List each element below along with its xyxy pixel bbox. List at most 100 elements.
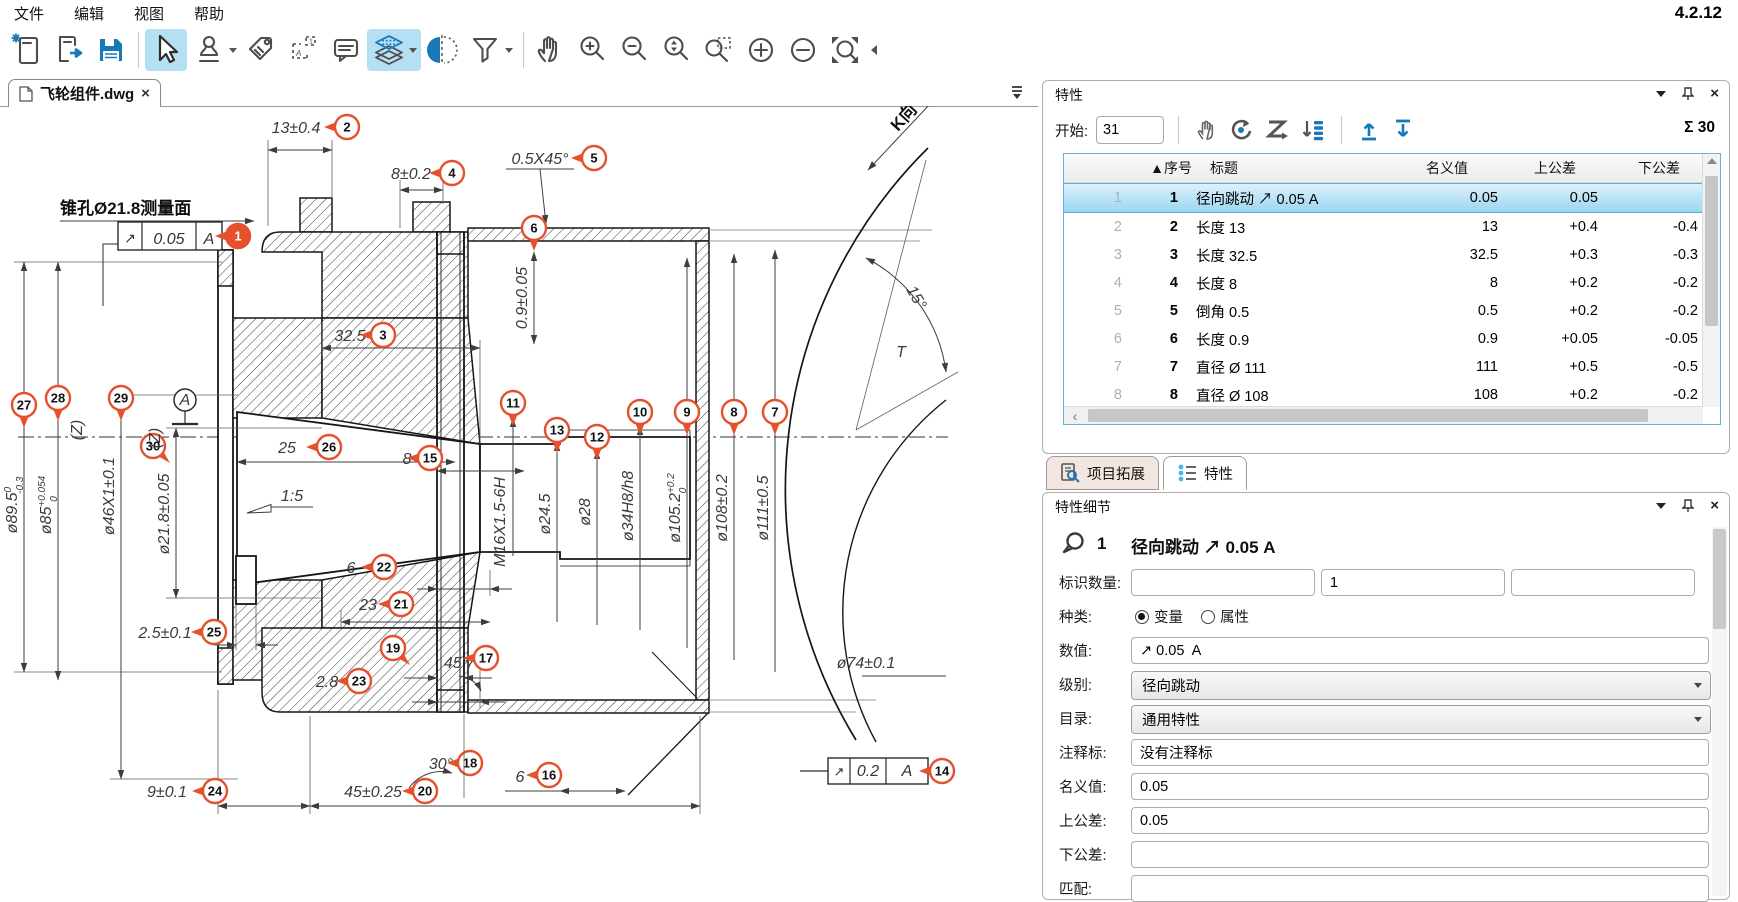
svg-text:4: 4	[448, 166, 456, 181]
toolbar-overflow-button[interactable]	[866, 29, 882, 71]
new-file-button[interactable]	[6, 29, 48, 71]
tab-project-label: 项目拓展	[1087, 463, 1145, 484]
scroll-up-icon[interactable]	[1707, 158, 1717, 164]
table-row[interactable]: 22长度 1313+0.4-0.4	[1064, 213, 1720, 241]
menu-edit[interactable]: 编辑	[74, 3, 104, 24]
pin-icon[interactable]	[1682, 87, 1694, 101]
svg-text:13±0.4: 13±0.4	[272, 120, 321, 137]
nominal-input[interactable]	[1131, 773, 1709, 800]
tab-properties[interactable]: 特性	[1163, 456, 1247, 490]
pin-icon[interactable]	[1682, 499, 1694, 513]
details-panel-title: 特性细节	[1055, 497, 1111, 517]
panel-collapse-icon[interactable]	[1656, 503, 1666, 509]
table-row[interactable]: 11径向跳动 ↗ 0.05 A0.050.05	[1064, 183, 1720, 213]
open-file-button[interactable]	[48, 29, 90, 71]
refresh-icon[interactable]	[1227, 117, 1255, 143]
table-horizontal-scrollbar[interactable]: ‹	[1064, 406, 1703, 424]
pan-tool-button[interactable]	[530, 29, 572, 71]
tag-tool-button[interactable]	[241, 29, 283, 71]
pick-hand-icon[interactable]	[1193, 117, 1219, 143]
save-button[interactable]	[90, 29, 132, 71]
svg-text:(Z): (Z)	[147, 428, 164, 448]
svg-text:12: 12	[590, 430, 604, 445]
stamp-tool-button[interactable]	[187, 29, 241, 71]
value-input[interactable]	[1131, 637, 1709, 664]
col-upper: 上公差	[1530, 158, 1634, 178]
chevron-down-icon	[1694, 717, 1702, 722]
radio-attribute[interactable]	[1201, 610, 1215, 624]
dim-d85[interactable]: ø85+0.0540 (Z) 28	[37, 262, 86, 680]
menu-view[interactable]: 视图	[134, 3, 164, 24]
svg-text:(Z): (Z)	[69, 420, 86, 440]
scroll-to-top-icon[interactable]	[1356, 117, 1382, 143]
layers-dropdown-caret[interactable]	[409, 48, 417, 53]
dim-6b[interactable]: 6 16	[505, 763, 625, 791]
svg-text:ø28: ø28	[577, 498, 594, 526]
catalog-select[interactable]: 通用特性	[1131, 705, 1711, 734]
increase-button[interactable]	[740, 29, 782, 71]
dim-d74[interactable]: ø74±0.1	[837, 655, 946, 676]
id-qty-input-2[interactable]	[1321, 569, 1505, 596]
layers-tool-button[interactable]	[367, 29, 421, 71]
svg-text:0.05: 0.05	[153, 231, 184, 248]
renumber-z-icon[interactable]	[1263, 117, 1291, 143]
radio-variable[interactable]	[1135, 610, 1149, 624]
dim-d111[interactable]: ø111±0.5 7	[755, 250, 787, 672]
tab-close-icon[interactable]: ×	[141, 85, 150, 102]
svg-text:14: 14	[935, 764, 950, 779]
scroll-left-icon[interactable]: ‹	[1064, 408, 1086, 424]
tab-project-expand[interactable]: 项目拓展	[1046, 456, 1159, 490]
start-input[interactable]	[1096, 116, 1164, 144]
scroll-to-bottom-icon[interactable]	[1390, 117, 1416, 143]
tab-flywheel-dwg[interactable]: 飞轮组件.dwg ×	[8, 79, 161, 107]
mirror-view-tool-button[interactable]	[421, 29, 463, 71]
menu-file[interactable]: 文件	[14, 3, 44, 24]
panel-close-icon[interactable]: ×	[1710, 88, 1719, 100]
drawing-canvas[interactable]: 锥孔Ø21.8测量面 ↗ 0.05 A 1 13±0.4 2	[0, 106, 1040, 898]
comment-tool-button[interactable]	[325, 29, 367, 71]
table-row[interactable]: 88直径 Ø 108108+0.2-0.2	[1064, 381, 1720, 409]
svg-text:15: 15	[423, 451, 437, 466]
svg-text:A: A	[901, 763, 913, 780]
filter-dropdown-caret[interactable]	[505, 48, 513, 53]
svg-text:19: 19	[386, 641, 400, 656]
sort-list-icon[interactable]	[1299, 117, 1327, 143]
table-row[interactable]: 55倒角 0.50.5+0.2-0.2	[1064, 297, 1720, 325]
tab-list-icon[interactable]	[1010, 85, 1024, 99]
table-row[interactable]: 77直径 Ø 111111+0.5-0.5	[1064, 353, 1720, 381]
zoom-window-tool-button[interactable]	[698, 29, 740, 71]
table-vertical-scrollbar[interactable]	[1702, 154, 1720, 407]
svg-text:0.9±0.05: 0.9±0.05	[514, 267, 531, 329]
select-tool-button[interactable]	[145, 29, 187, 71]
region-capture-tool-button[interactable]: A1	[283, 29, 325, 71]
id-qty-input-1[interactable]	[1131, 569, 1315, 596]
zoom-extents-tool-button[interactable]	[656, 29, 698, 71]
dim-d108[interactable]: ø108±0.2 8	[714, 254, 746, 660]
table-header[interactable]: ▲序号 标题 名义值 上公差 下公差	[1064, 154, 1720, 183]
annotation-input[interactable]	[1131, 739, 1709, 766]
fcf-runout-005[interactable]: ↗ 0.05 A	[103, 222, 222, 306]
dim-45tol[interactable]: 45±0.25 20	[310, 714, 700, 814]
start-label: 开始:	[1055, 120, 1088, 141]
fcf-runout-02[interactable]: ↗ 0.2 A	[800, 758, 928, 784]
zoom-fit-tool-button[interactable]	[824, 29, 866, 71]
class-select[interactable]: 径向跳动	[1131, 671, 1711, 700]
table-row[interactable]: 33长度 32.532.5+0.3-0.3	[1064, 241, 1720, 269]
zoom-out-tool-button[interactable]	[614, 29, 656, 71]
toolbar-separator	[138, 32, 139, 68]
zoom-in-tool-button[interactable]	[572, 29, 614, 71]
table-row[interactable]: 66长度 0.90.9+0.05-0.05	[1064, 325, 1720, 353]
table-row[interactable]: 44长度 88+0.2-0.2	[1064, 269, 1720, 297]
upper-tol-input[interactable]	[1131, 807, 1709, 834]
menu-help[interactable]: 帮助	[194, 3, 224, 24]
details-scrollbar[interactable]	[1712, 527, 1727, 896]
dim-chamfer05[interactable]: 0.5X45° 5	[506, 146, 606, 224]
filter-tool-button[interactable]	[463, 29, 517, 71]
stamp-dropdown-caret[interactable]	[229, 48, 237, 53]
decrease-button[interactable]	[782, 29, 824, 71]
document-icon	[19, 86, 33, 102]
lower-tol-input[interactable]	[1131, 841, 1709, 868]
panel-collapse-icon[interactable]	[1656, 91, 1666, 97]
id-qty-input-3[interactable]	[1511, 569, 1695, 596]
panel-close-icon[interactable]: ×	[1710, 500, 1719, 512]
